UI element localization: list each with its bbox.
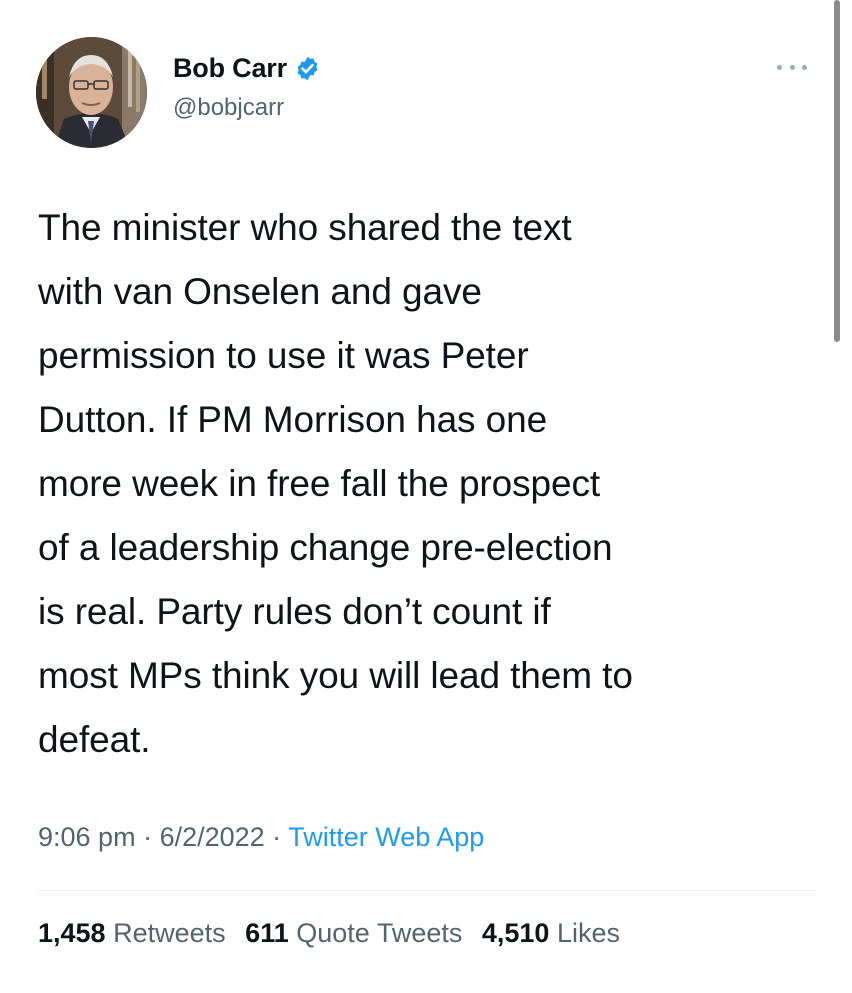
tweet-text-line: The minister who shared the text (38, 207, 572, 248)
scrollbar[interactable] (834, 0, 840, 342)
retweets-stat[interactable]: 1,458 Retweets (38, 918, 226, 948)
tweet-text-line: with van Onselen and gave (38, 271, 482, 312)
tweet-text-line: of a leadership change pre-election (38, 527, 613, 568)
likes-label: Likes (556, 918, 620, 948)
tweet-text: The minister who shared the text with va… (38, 196, 828, 772)
more-dot (802, 64, 807, 70)
tweet-text-line: more week in free fall the prospect (38, 463, 601, 504)
quote-tweets-label: Quote Tweets (296, 918, 463, 948)
tweet-date[interactable]: 6/2/2022 (160, 822, 265, 852)
meta-separator: · (264, 822, 289, 852)
quote-tweets-count: 611 (245, 918, 289, 948)
avatar-image (36, 37, 147, 148)
tweet-text-line: defeat. (38, 719, 151, 760)
author-handle[interactable]: @bobjcarr (173, 94, 284, 122)
more-dot (777, 64, 782, 70)
tweet-card: Bob Carr @bobjcarr The minister who shar… (0, 0, 852, 993)
divider (38, 890, 816, 891)
tweet-meta: 9:06 pm · 6/2/2022 · Twitter Web App (38, 822, 484, 853)
tweet-text-line: most MPs think you will lead them to (38, 655, 633, 696)
likes-count: 4,510 (481, 918, 550, 948)
quote-tweets-stat[interactable]: 611 Quote Tweets (245, 918, 462, 948)
tweet-text-line: Dutton. If PM Morrison has one (38, 399, 548, 440)
tweet-source[interactable]: Twitter Web App (288, 822, 484, 852)
retweets-label: Retweets (113, 918, 226, 948)
verified-badge-icon (297, 56, 318, 80)
more-dot (789, 64, 795, 70)
tweet-text-line: is real. Party rules don’t count if (38, 591, 551, 632)
retweets-count: 1,458 (38, 918, 106, 948)
avatar[interactable] (36, 37, 147, 148)
author-name[interactable]: Bob Carr (173, 53, 287, 84)
tweet-text-line: permission to use it was Peter (38, 335, 529, 376)
tweet-time[interactable]: 9:06 pm (38, 822, 136, 852)
meta-separator: · (135, 822, 160, 852)
likes-stat[interactable]: 4,510 Likes (482, 918, 620, 948)
more-options-icon[interactable] (777, 60, 807, 74)
tweet-stats: 1,458 Retweets 611 Quote Tweets 4,510 Li… (38, 918, 620, 949)
author-name-row[interactable]: Bob Carr (173, 50, 321, 86)
